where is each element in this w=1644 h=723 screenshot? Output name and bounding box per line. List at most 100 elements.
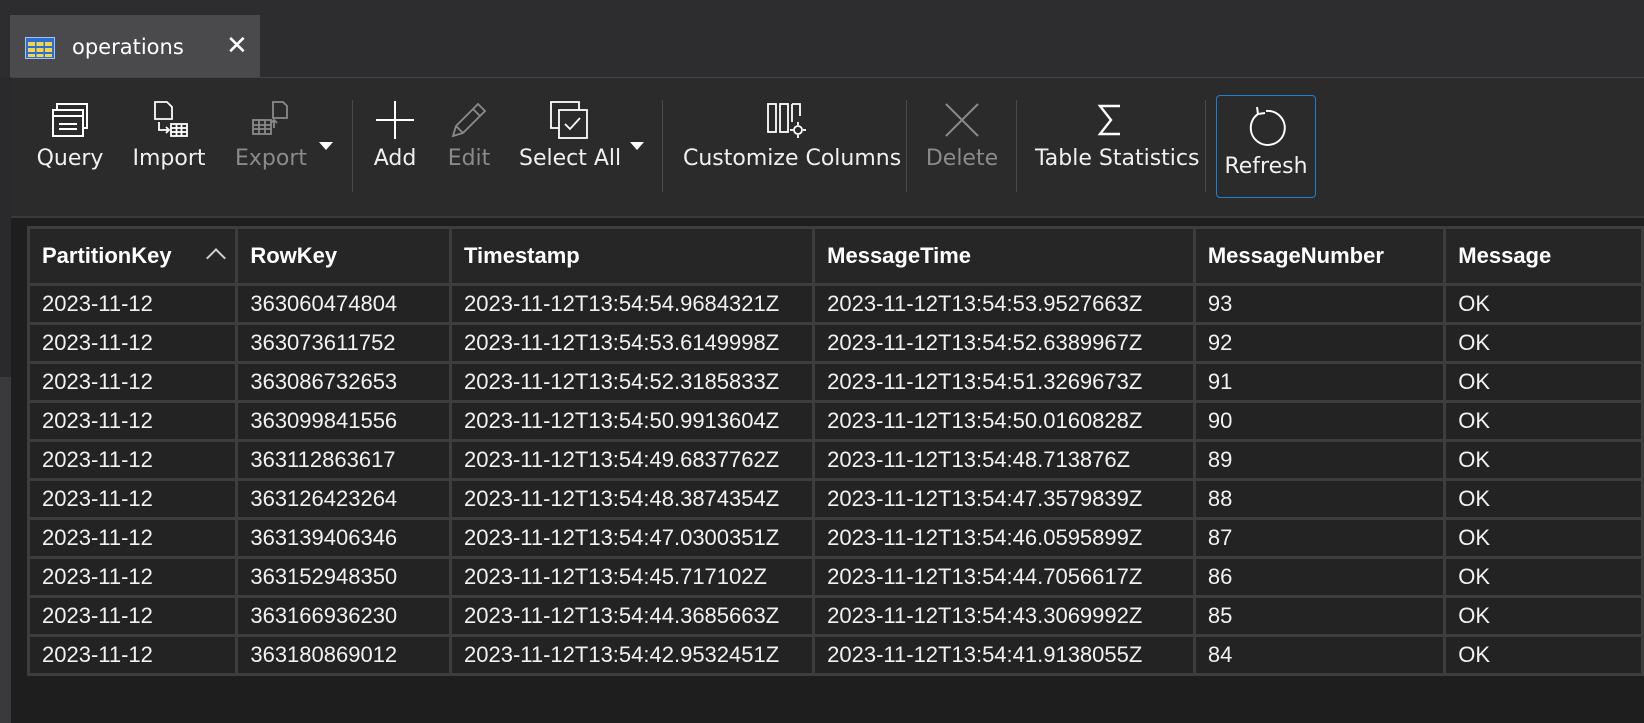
cell-timestamp[interactable]: 2023-11-12T13:54:53.6149998Z (448, 322, 816, 364)
cell-rowkey[interactable]: 363126423264 (235, 478, 452, 520)
select-all-dropdown-chevron-icon[interactable] (630, 142, 644, 150)
delete-button[interactable]: Delete (925, 98, 999, 204)
cell-messagenumber[interactable]: 91 (1192, 361, 1447, 403)
cell-messagenumber[interactable]: 90 (1192, 400, 1447, 442)
cell-partitionkey[interactable]: 2023-11-12 (27, 400, 239, 442)
cell-messagenumber[interactable]: 86 (1192, 556, 1447, 598)
cell-partitionkey[interactable]: 2023-11-12 (27, 322, 239, 364)
import-icon (154, 101, 188, 137)
cell-message[interactable]: OK (1443, 361, 1644, 403)
cell-rowkey[interactable]: 363180869012 (235, 634, 452, 676)
query-label: Query (36, 146, 104, 171)
cell-messagenumber[interactable]: 92 (1192, 322, 1447, 364)
tab-operations[interactable]: operations ✕ (10, 15, 260, 79)
delete-label: Delete (925, 146, 999, 171)
cell-message[interactable]: OK (1443, 322, 1644, 364)
cell-messagenumber[interactable]: 93 (1192, 283, 1447, 325)
columns-gear-icon (767, 103, 806, 138)
cell-messagetime[interactable]: 2023-11-12T13:54:43.3069992Z (812, 595, 1196, 637)
refresh-button[interactable]: Refresh (1216, 95, 1316, 198)
cell-rowkey[interactable]: 363166936230 (235, 595, 452, 637)
cell-partitionkey[interactable]: 2023-11-12 (27, 439, 239, 481)
cell-timestamp[interactable]: 2023-11-12T13:54:47.0300351Z (448, 517, 816, 559)
cell-messagenumber[interactable]: 88 (1192, 478, 1447, 520)
sort-ascending-icon (206, 248, 227, 268)
table-row[interactable]: 2023-11-12 363166936230 2023-11-12T13:54… (27, 595, 1644, 637)
cell-timestamp[interactable]: 2023-11-12T13:54:42.9532451Z (448, 634, 816, 676)
add-button[interactable]: Add (367, 98, 423, 204)
table-row[interactable]: 2023-11-12 363126423264 2023-11-12T13:54… (27, 478, 1644, 520)
cell-messagetime[interactable]: 2023-11-12T13:54:52.6389967Z (812, 322, 1196, 364)
customize-columns-button[interactable]: Customize Columns (683, 98, 901, 204)
cell-messagenumber[interactable]: 85 (1192, 595, 1447, 637)
cell-rowkey[interactable]: 363152948350 (235, 556, 452, 598)
column-header-timestamp[interactable]: Timestamp (448, 226, 816, 286)
cell-messagetime[interactable]: 2023-11-12T13:54:51.3269673Z (812, 361, 1196, 403)
table-row[interactable]: 2023-11-12 363086732653 2023-11-12T13:54… (27, 361, 1644, 403)
cell-timestamp[interactable]: 2023-11-12T13:54:44.3685663Z (448, 595, 816, 637)
select-all-label: Select All (519, 146, 622, 171)
cell-message[interactable]: OK (1443, 478, 1644, 520)
cell-messagetime[interactable]: 2023-11-12T13:54:41.9138055Z (812, 634, 1196, 676)
cell-messagetime[interactable]: 2023-11-12T13:54:50.0160828Z (812, 400, 1196, 442)
cell-rowkey[interactable]: 363073611752 (235, 322, 452, 364)
select-all-button[interactable]: Select All (519, 98, 622, 204)
cell-message[interactable]: OK (1443, 517, 1644, 559)
cell-messagetime[interactable]: 2023-11-12T13:54:44.7056617Z (812, 556, 1196, 598)
toolbar-separator (662, 100, 663, 192)
cell-messagetime[interactable]: 2023-11-12T13:54:46.0595899Z (812, 517, 1196, 559)
entity-grid: PartitionKey RowKey Timestamp MessageTim… (27, 226, 1644, 723)
cell-messagenumber[interactable]: 87 (1192, 517, 1447, 559)
cell-partitionkey[interactable]: 2023-11-12 (27, 595, 239, 637)
cell-message[interactable]: OK (1443, 439, 1644, 481)
cell-message[interactable]: OK (1443, 595, 1644, 637)
cell-partitionkey[interactable]: 2023-11-12 (27, 283, 239, 325)
cell-partitionkey[interactable]: 2023-11-12 (27, 517, 239, 559)
close-icon[interactable]: ✕ (226, 32, 248, 60)
cell-messagenumber[interactable]: 84 (1192, 634, 1447, 676)
export-dropdown-chevron-icon[interactable] (319, 142, 333, 150)
table-row[interactable]: 2023-11-12 363099841556 2023-11-12T13:54… (27, 400, 1644, 442)
cell-rowkey[interactable]: 363099841556 (235, 400, 452, 442)
cell-partitionkey[interactable]: 2023-11-12 (27, 478, 239, 520)
edit-button[interactable]: Edit (443, 98, 495, 204)
cell-messagenumber[interactable]: 89 (1192, 439, 1447, 481)
cell-rowkey[interactable]: 363112863617 (235, 439, 452, 481)
cell-message[interactable]: OK (1443, 400, 1644, 442)
cell-timestamp[interactable]: 2023-11-12T13:54:45.717102Z (448, 556, 816, 598)
cell-messagetime[interactable]: 2023-11-12T13:54:48.713876Z (812, 439, 1196, 481)
table-row[interactable]: 2023-11-12 363073611752 2023-11-12T13:54… (27, 322, 1644, 364)
table-row[interactable]: 2023-11-12 363060474804 2023-11-12T13:54… (27, 283, 1644, 325)
table-row[interactable]: 2023-11-12 363180869012 2023-11-12T13:54… (27, 634, 1644, 676)
export-button[interactable]: Export (233, 98, 309, 204)
table-row[interactable]: 2023-11-12 363112863617 2023-11-12T13:54… (27, 439, 1644, 481)
cell-message[interactable]: OK (1443, 634, 1644, 676)
table-statistics-button[interactable]: Table Statistics (1035, 98, 1199, 204)
cell-rowkey[interactable]: 363139406346 (235, 517, 452, 559)
cell-timestamp[interactable]: 2023-11-12T13:54:52.3185833Z (448, 361, 816, 403)
cell-rowkey[interactable]: 363060474804 (235, 283, 452, 325)
cell-messagetime[interactable]: 2023-11-12T13:54:53.9527663Z (812, 283, 1196, 325)
cell-partitionkey[interactable]: 2023-11-12 (27, 634, 239, 676)
import-button[interactable]: Import (129, 98, 209, 204)
cell-partitionkey[interactable]: 2023-11-12 (27, 556, 239, 598)
plus-icon (376, 101, 414, 139)
cell-timestamp[interactable]: 2023-11-12T13:54:54.9684321Z (448, 283, 816, 325)
column-header-rowkey[interactable]: RowKey (235, 226, 452, 286)
cell-message[interactable]: OK (1443, 556, 1644, 598)
column-header-messagetime[interactable]: MessageTime (812, 226, 1196, 286)
query-button[interactable]: Query (35, 98, 105, 204)
cell-rowkey[interactable]: 363086732653 (235, 361, 452, 403)
column-header-messagenumber[interactable]: MessageNumber (1192, 226, 1447, 286)
cell-partitionkey[interactable]: 2023-11-12 (27, 361, 239, 403)
column-header-partitionkey[interactable]: PartitionKey (27, 226, 239, 286)
cell-messagetime[interactable]: 2023-11-12T13:54:47.3579839Z (812, 478, 1196, 520)
column-header-message[interactable]: Message (1443, 226, 1644, 286)
cell-message[interactable]: OK (1443, 283, 1644, 325)
tab-title: operations (72, 35, 184, 59)
table-row[interactable]: 2023-11-12 363152948350 2023-11-12T13:54… (27, 556, 1644, 598)
cell-timestamp[interactable]: 2023-11-12T13:54:49.6837762Z (448, 439, 816, 481)
cell-timestamp[interactable]: 2023-11-12T13:54:50.9913604Z (448, 400, 816, 442)
table-row[interactable]: 2023-11-12 363139406346 2023-11-12T13:54… (27, 517, 1644, 559)
cell-timestamp[interactable]: 2023-11-12T13:54:48.3874354Z (448, 478, 816, 520)
